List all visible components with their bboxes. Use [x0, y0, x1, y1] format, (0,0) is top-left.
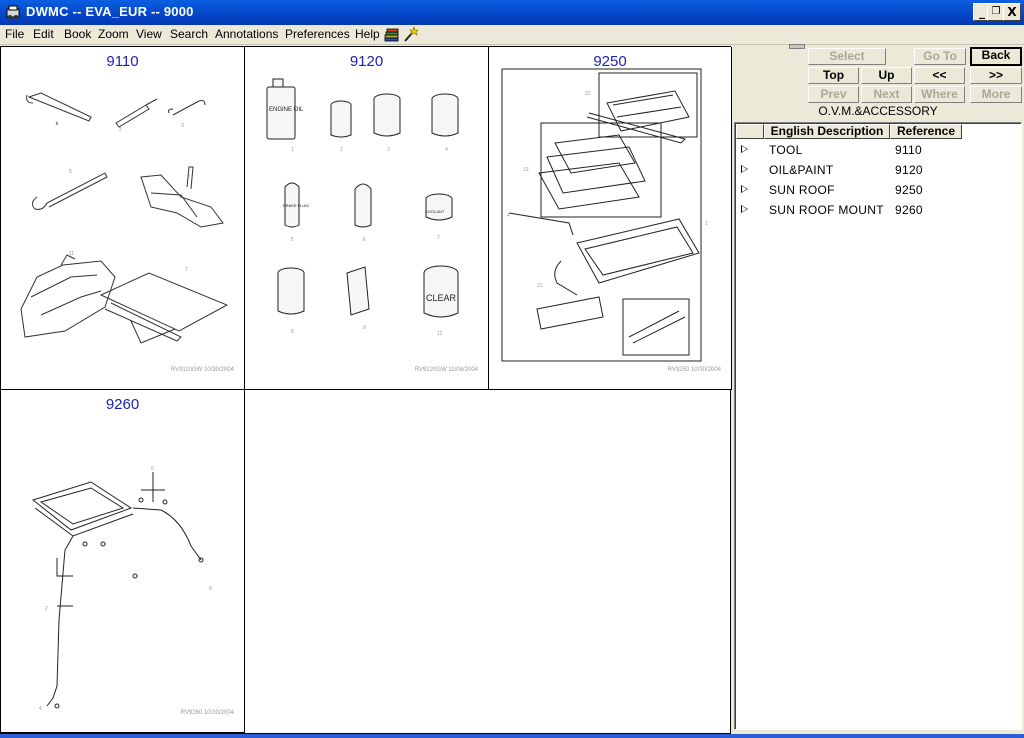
- thumbnail-footer: RV9260 10/30/2004: [180, 710, 234, 716]
- list-row-tool[interactable]: TOOL 9110: [735, 141, 1021, 161]
- list-row-sun-roof[interactable]: SUN ROOF 9250: [735, 181, 1021, 201]
- thumbnail-9110[interactable]: 1 2 3 5 6 11 7 9110 RV9110GW 10/30/2004: [1, 47, 245, 390]
- thumbnail-footer: RV9250 10/30/2004: [667, 367, 721, 373]
- row-description: SUN ROOF: [769, 183, 835, 197]
- svg-text:2: 2: [45, 606, 48, 612]
- engine-oil-label: ENGINE OIL: [269, 107, 304, 113]
- back-button[interactable]: Back: [970, 47, 1022, 66]
- expand-arrow-icon[interactable]: [741, 185, 748, 193]
- svg-text:2: 2: [119, 127, 122, 133]
- column-header-description[interactable]: English Description: [764, 124, 890, 139]
- svg-text:4: 4: [445, 147, 448, 153]
- list-row-sun-roof-mount[interactable]: SUN ROOF MOUNT 9260: [735, 201, 1021, 221]
- window-title: DWMC -- EVA_EUR -- 9000: [26, 4, 194, 19]
- expand-arrow-icon[interactable]: [741, 145, 748, 153]
- column-header-blank[interactable]: [736, 124, 764, 139]
- next-page-button[interactable]: >>: [970, 67, 1022, 84]
- menu-annotations[interactable]: Annotations: [215, 27, 278, 41]
- row-description: TOOL: [769, 143, 803, 157]
- svg-text:8: 8: [209, 586, 212, 592]
- close-icon: X: [1007, 5, 1017, 19]
- thumbnail-title: 9260: [105, 396, 140, 413]
- prev-page-button[interactable]: <<: [914, 67, 965, 84]
- up-button[interactable]: Up: [861, 67, 912, 84]
- svg-text:3: 3: [181, 123, 184, 129]
- row-reference: 9110: [895, 143, 923, 157]
- svg-text:3: 3: [387, 147, 390, 153]
- svg-text:5: 5: [69, 169, 72, 175]
- app-icon: [6, 5, 20, 19]
- menu-zoom[interactable]: Zoom: [98, 27, 129, 41]
- svg-text:9: 9: [363, 325, 366, 331]
- menu-book[interactable]: Book: [64, 27, 91, 41]
- svg-text:4: 4: [507, 213, 510, 219]
- thumbnail-9250[interactable]: 22 13 4 21 1 9250 RV9250 10/30/2004: [489, 47, 732, 390]
- row-reference: 9120: [895, 163, 923, 177]
- sun-roof-illustration: 22 13 4 21 1: [501, 68, 708, 362]
- goto-button[interactable]: Go To: [914, 48, 966, 65]
- sun-roof-mount-illustration: 6 2 8 4: [31, 466, 212, 712]
- menu-view[interactable]: View: [136, 27, 162, 41]
- svg-text:6: 6: [363, 237, 366, 243]
- thumbnail-footer: RV9110GW 10/30/2004: [170, 367, 234, 373]
- menu-help[interactable]: Help: [355, 27, 380, 41]
- thumbnail-9120[interactable]: ENGINE OIL CLEAR COOLANT BRAKE FLUID 123…: [245, 47, 489, 390]
- prev-button[interactable]: Prev: [808, 86, 859, 103]
- top-button[interactable]: Top: [808, 67, 859, 84]
- thumbnail-9260[interactable]: 6 2 8 4 9260 RV9260 10/30/2004: [1, 390, 245, 733]
- splitter-handle[interactable]: [789, 44, 805, 49]
- svg-text:6: 6: [187, 173, 190, 179]
- clear-label: CLEAR: [426, 293, 457, 303]
- expand-arrow-icon[interactable]: [741, 205, 748, 213]
- menu-search[interactable]: Search: [170, 27, 208, 41]
- row-reference: 9260: [895, 203, 923, 217]
- svg-text:7: 7: [437, 235, 440, 241]
- diagram-area: 123 5 6 11 7 9110 RV9110GW 10/30/2004 EN…: [0, 46, 732, 734]
- menu-bar: File Edit Book Zoom View Search Annotati…: [0, 25, 1024, 45]
- svg-text:13: 13: [523, 167, 529, 173]
- menu-file[interactable]: File: [5, 27, 24, 41]
- svg-text:8: 8: [291, 329, 294, 335]
- row-description: SUN ROOF MOUNT: [769, 203, 884, 217]
- svg-text:11: 11: [69, 251, 74, 257]
- coolant-label: COOLANT: [425, 209, 445, 214]
- svg-text:22: 22: [585, 91, 591, 97]
- column-header-reference[interactable]: Reference: [890, 124, 962, 139]
- svg-text:12: 12: [437, 331, 443, 337]
- svg-text:6: 6: [151, 466, 154, 472]
- thumbnail-title: 9250: [593, 53, 627, 70]
- expand-arrow-icon[interactable]: [741, 165, 748, 173]
- select-button[interactable]: Select: [808, 48, 886, 65]
- thumbnail-title: 9120: [349, 53, 384, 70]
- svg-text:1: 1: [55, 121, 58, 127]
- svg-text:5: 5: [291, 237, 294, 243]
- close-button[interactable]: X: [1003, 3, 1021, 21]
- title-bar: DWMC -- EVA_EUR -- 9000 _ ❐ X: [0, 0, 1024, 25]
- magic-wand-icon[interactable]: [402, 26, 420, 43]
- svg-text:21: 21: [537, 283, 543, 289]
- restore-icon: ❐: [991, 6, 1001, 17]
- menu-preferences[interactable]: Preferences: [285, 27, 350, 41]
- row-reference: 9250: [895, 183, 923, 197]
- svg-text:2: 2: [340, 147, 343, 153]
- thumbnail-title: 9110: [106, 53, 139, 70]
- oil-paint-illustration: ENGINE OIL CLEAR COOLANT BRAKE FLUID 123…: [266, 78, 459, 337]
- more-button[interactable]: More: [970, 86, 1022, 103]
- svg-text:4: 4: [39, 706, 42, 712]
- row-description: OIL&PAINT: [769, 163, 834, 177]
- svg-text:1: 1: [705, 221, 708, 227]
- thumbnail-footer: RV9120GW 11/08/2004: [414, 367, 478, 373]
- reference-list: English Description Reference TOOL 9110 …: [734, 122, 1022, 730]
- brake-fluid-label: BRAKE FLUID: [283, 203, 309, 208]
- menu-edit[interactable]: Edit: [33, 27, 54, 41]
- list-row-oil-paint[interactable]: OIL&PAINT 9120: [735, 161, 1021, 181]
- svg-text:7: 7: [185, 267, 188, 273]
- where-button[interactable]: Where: [914, 86, 965, 103]
- tool-illustration: 1 2 3 5 6 11 7: [20, 92, 229, 344]
- section-heading: O.V.M.&ACCESSORY: [734, 104, 1022, 120]
- next-button[interactable]: Next: [861, 86, 912, 103]
- taskbar-edge: [0, 734, 1024, 738]
- svg-text:1: 1: [291, 147, 294, 153]
- book-stack-icon[interactable]: [383, 26, 401, 43]
